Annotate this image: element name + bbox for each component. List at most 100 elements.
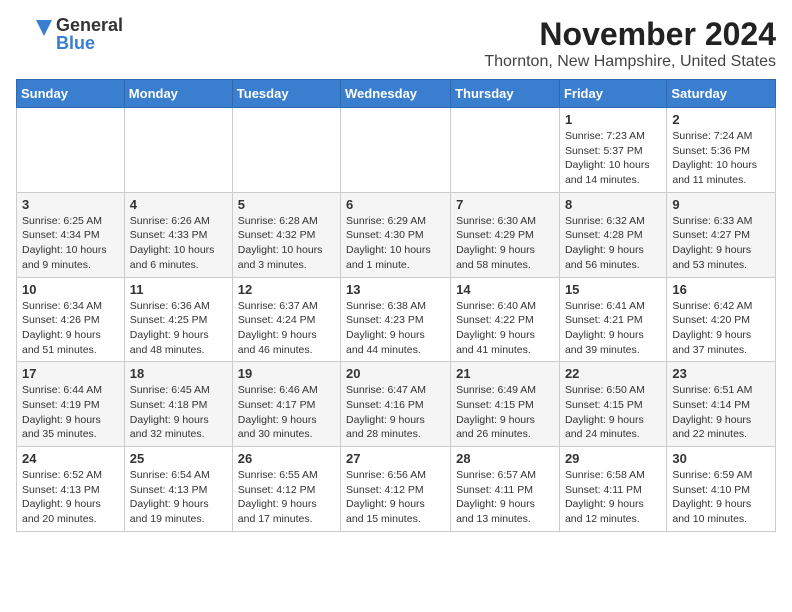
calendar-week-row: 24 Sunrise: 6:52 AM Sunset: 4:13 PM Dayli…	[17, 447, 776, 532]
calendar-cell: 2 Sunrise: 7:24 AM Sunset: 5:36 PM Daylig…	[667, 108, 776, 193]
day-info: Sunrise: 6:38 AM Sunset: 4:23 PM Dayligh…	[346, 299, 445, 358]
calendar-cell: 3 Sunrise: 6:25 AM Sunset: 4:34 PM Daylig…	[17, 192, 125, 277]
day-number: 3	[22, 197, 119, 212]
calendar-cell: 13 Sunrise: 6:38 AM Sunset: 4:23 PM Dayli…	[341, 277, 451, 362]
day-number: 27	[346, 451, 445, 466]
calendar-week-row: 17 Sunrise: 6:44 AM Sunset: 4:19 PM Dayli…	[17, 362, 776, 447]
month-title: November 2024	[484, 16, 776, 53]
calendar-cell: 23 Sunrise: 6:51 AM Sunset: 4:14 PM Dayli…	[667, 362, 776, 447]
calendar-cell	[124, 108, 232, 193]
day-info: Sunrise: 6:26 AM Sunset: 4:33 PM Dayligh…	[130, 214, 227, 273]
day-number: 24	[22, 451, 119, 466]
day-number: 30	[672, 451, 770, 466]
calendar-cell	[232, 108, 340, 193]
calendar: SundayMondayTuesdayWednesdayThursdayFrid…	[16, 79, 776, 532]
calendar-cell: 20Sunrise: 6:47 AM Sunset: 4:16 PM Dayli…	[341, 362, 451, 447]
day-info: Sunrise: 6:57 AM Sunset: 4:11 PM Dayligh…	[456, 468, 554, 527]
day-info: Sunrise: 6:44 AM Sunset: 4:19 PM Dayligh…	[22, 383, 119, 442]
calendar-week-row: 10Sunrise: 6:34 AM Sunset: 4:26 PM Dayli…	[17, 277, 776, 362]
day-info: Sunrise: 6:40 AM Sunset: 4:22 PM Dayligh…	[456, 299, 554, 358]
day-info: Sunrise: 7:24 AM Sunset: 5:36 PM Dayligh…	[672, 129, 770, 188]
calendar-cell: 15 Sunrise: 6:41 AM Sunset: 4:21 PM Dayli…	[559, 277, 666, 362]
weekday-header: Friday	[559, 80, 666, 108]
day-info: Sunrise: 6:51 AM Sunset: 4:14 PM Dayligh…	[672, 383, 770, 442]
calendar-cell: 16Sunrise: 6:42 AM Sunset: 4:20 PM Dayli…	[667, 277, 776, 362]
weekday-header: Tuesday	[232, 80, 340, 108]
day-info: Sunrise: 6:55 AM Sunset: 4:12 PM Dayligh…	[238, 468, 335, 527]
page-header: GeneralBlue November 2024 Thornton, New …	[16, 16, 776, 71]
calendar-cell: 21Sunrise: 6:49 AM Sunset: 4:15 PM Dayli…	[451, 362, 560, 447]
calendar-cell: 25Sunrise: 6:54 AM Sunset: 4:13 PM Dayli…	[124, 447, 232, 532]
day-info: Sunrise: 6:56 AM Sunset: 4:12 PM Dayligh…	[346, 468, 445, 527]
day-number: 19	[238, 366, 335, 381]
day-number: 4	[130, 197, 227, 212]
day-info: Sunrise: 6:52 AM Sunset: 4:13 PM Dayligh…	[22, 468, 119, 527]
day-info: Sunrise: 6:25 AM Sunset: 4:34 PM Dayligh…	[22, 214, 119, 273]
weekday-header: Saturday	[667, 80, 776, 108]
day-info: Sunrise: 6:45 AM Sunset: 4:18 PM Dayligh…	[130, 383, 227, 442]
calendar-cell: 24 Sunrise: 6:52 AM Sunset: 4:13 PM Dayli…	[17, 447, 125, 532]
day-info: Sunrise: 6:30 AM Sunset: 4:29 PM Dayligh…	[456, 214, 554, 273]
calendar-cell: 17 Sunrise: 6:44 AM Sunset: 4:19 PM Dayli…	[17, 362, 125, 447]
day-number: 1	[565, 112, 661, 127]
logo-text: GeneralBlue	[56, 16, 123, 52]
weekday-header: Wednesday	[341, 80, 451, 108]
day-info: Sunrise: 6:46 AM Sunset: 4:17 PM Dayligh…	[238, 383, 335, 442]
day-info: Sunrise: 6:33 AM Sunset: 4:27 PM Dayligh…	[672, 214, 770, 273]
calendar-cell: 5 Sunrise: 6:28 AM Sunset: 4:32 PM Daylig…	[232, 192, 340, 277]
calendar-cell: 30Sunrise: 6:59 AM Sunset: 4:10 PM Dayli…	[667, 447, 776, 532]
day-info: Sunrise: 6:58 AM Sunset: 4:11 PM Dayligh…	[565, 468, 661, 527]
day-number: 28	[456, 451, 554, 466]
day-info: Sunrise: 6:34 AM Sunset: 4:26 PM Dayligh…	[22, 299, 119, 358]
day-number: 9	[672, 197, 770, 212]
logo-general: General	[56, 16, 123, 34]
day-number: 11	[130, 282, 227, 297]
calendar-week-row: 1Sunrise: 7:23 AM Sunset: 5:37 PM Daylig…	[17, 108, 776, 193]
day-number: 25	[130, 451, 227, 466]
calendar-cell	[341, 108, 451, 193]
day-number: 15	[565, 282, 661, 297]
calendar-cell: 22 Sunrise: 6:50 AM Sunset: 4:15 PM Dayli…	[559, 362, 666, 447]
logo-svg	[16, 16, 52, 52]
weekday-header: Sunday	[17, 80, 125, 108]
day-info: Sunrise: 6:42 AM Sunset: 4:20 PM Dayligh…	[672, 299, 770, 358]
day-number: 6	[346, 197, 445, 212]
weekday-header: Thursday	[451, 80, 560, 108]
day-number: 18	[130, 366, 227, 381]
day-number: 17	[22, 366, 119, 381]
day-number: 7	[456, 197, 554, 212]
calendar-cell: 28 Sunrise: 6:57 AM Sunset: 4:11 PM Dayli…	[451, 447, 560, 532]
day-info: Sunrise: 6:50 AM Sunset: 4:15 PM Dayligh…	[565, 383, 661, 442]
day-info: Sunrise: 6:49 AM Sunset: 4:15 PM Dayligh…	[456, 383, 554, 442]
calendar-cell: 19 Sunrise: 6:46 AM Sunset: 4:17 PM Dayli…	[232, 362, 340, 447]
day-number: 5	[238, 197, 335, 212]
location: Thornton, New Hampshire, United States	[484, 53, 776, 71]
day-number: 2	[672, 112, 770, 127]
day-number: 14	[456, 282, 554, 297]
day-number: 22	[565, 366, 661, 381]
day-number: 8	[565, 197, 661, 212]
calendar-cell: 7 Sunrise: 6:30 AM Sunset: 4:29 PM Daylig…	[451, 192, 560, 277]
day-info: Sunrise: 6:32 AM Sunset: 4:28 PM Dayligh…	[565, 214, 661, 273]
calendar-cell: 1Sunrise: 7:23 AM Sunset: 5:37 PM Daylig…	[559, 108, 666, 193]
day-info: Sunrise: 6:37 AM Sunset: 4:24 PM Dayligh…	[238, 299, 335, 358]
logo: GeneralBlue	[16, 16, 123, 52]
day-number: 23	[672, 366, 770, 381]
calendar-cell: 18 Sunrise: 6:45 AM Sunset: 4:18 PM Dayli…	[124, 362, 232, 447]
calendar-cell	[17, 108, 125, 193]
day-info: Sunrise: 6:28 AM Sunset: 4:32 PM Dayligh…	[238, 214, 335, 273]
day-info: Sunrise: 6:29 AM Sunset: 4:30 PM Dayligh…	[346, 214, 445, 273]
day-info: Sunrise: 6:47 AM Sunset: 4:16 PM Dayligh…	[346, 383, 445, 442]
day-number: 13	[346, 282, 445, 297]
calendar-cell	[451, 108, 560, 193]
day-number: 26	[238, 451, 335, 466]
calendar-cell: 12 Sunrise: 6:37 AM Sunset: 4:24 PM Dayli…	[232, 277, 340, 362]
day-info: Sunrise: 6:41 AM Sunset: 4:21 PM Dayligh…	[565, 299, 661, 358]
calendar-cell: 8 Sunrise: 6:32 AM Sunset: 4:28 PM Daylig…	[559, 192, 666, 277]
day-number: 29	[565, 451, 661, 466]
calendar-cell: 14 Sunrise: 6:40 AM Sunset: 4:22 PM Dayli…	[451, 277, 560, 362]
day-info: Sunrise: 6:36 AM Sunset: 4:25 PM Dayligh…	[130, 299, 227, 358]
calendar-cell: 10Sunrise: 6:34 AM Sunset: 4:26 PM Dayli…	[17, 277, 125, 362]
day-number: 12	[238, 282, 335, 297]
calendar-week-row: 3 Sunrise: 6:25 AM Sunset: 4:34 PM Daylig…	[17, 192, 776, 277]
